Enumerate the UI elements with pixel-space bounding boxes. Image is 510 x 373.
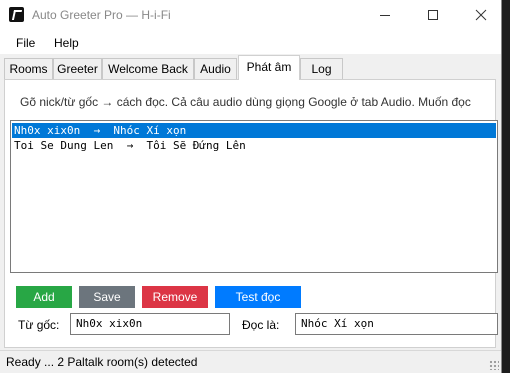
- read-as-label: Đọc là:: [242, 318, 280, 332]
- tab-phat-am[interactable]: Phát âm: [238, 55, 300, 80]
- source-word-input[interactable]: Nh0x xix0n: [70, 313, 230, 335]
- save-button[interactable]: Save: [79, 286, 135, 308]
- status-text: Ready ... 2 Paltalk room(s) detected: [6, 355, 198, 369]
- tab-greeter[interactable]: Greeter: [53, 58, 102, 79]
- test-read-button[interactable]: Test đọc: [215, 286, 301, 308]
- pronunciation-list[interactable]: Nh0x xix0n → Nhóc Xí xọn Toi Se Dung Len…: [10, 120, 498, 273]
- menu-help[interactable]: Help: [54, 36, 79, 50]
- source-word-label: Từ gốc:: [18, 318, 60, 332]
- tab-rooms[interactable]: Rooms: [4, 58, 53, 79]
- maximize-button[interactable]: [410, 0, 456, 30]
- tab-log[interactable]: Log: [300, 58, 343, 79]
- hint-text: Gõ nick/từ gốc → cách đọc. Cả câu audio …: [20, 95, 471, 109]
- close-icon: [475, 9, 487, 21]
- maximize-icon: [428, 10, 438, 20]
- tab-audio[interactable]: Audio: [194, 58, 237, 79]
- minimize-button[interactable]: [362, 0, 408, 30]
- tab-welcome-back[interactable]: Welcome Back: [102, 58, 194, 79]
- remove-button[interactable]: Remove: [142, 286, 208, 308]
- title-bar[interactable]: Auto Greeter Pro — H-i-Fi: [0, 0, 501, 30]
- menu-bar: File Help: [0, 30, 501, 54]
- list-item[interactable]: Nh0x xix0n → Nhóc Xí xọn: [12, 123, 496, 138]
- resize-grip-icon[interactable]: [489, 360, 499, 370]
- add-button[interactable]: Add: [16, 286, 72, 308]
- app-window: Auto Greeter Pro — H-i-Fi File Help Room…: [0, 0, 502, 373]
- window-title: Auto Greeter Pro — H-i-Fi: [32, 8, 171, 22]
- read-as-input[interactable]: Nhóc Xí xọn: [295, 313, 498, 335]
- menu-file[interactable]: File: [16, 36, 35, 50]
- status-bar: Ready ... 2 Paltalk room(s) detected: [0, 350, 501, 373]
- close-button[interactable]: [458, 0, 501, 30]
- list-item[interactable]: Toi Se Dung Len → Tôi Sẽ Đứng Lên: [12, 138, 496, 153]
- app-icon: [9, 7, 24, 22]
- minimize-icon: [380, 15, 390, 16]
